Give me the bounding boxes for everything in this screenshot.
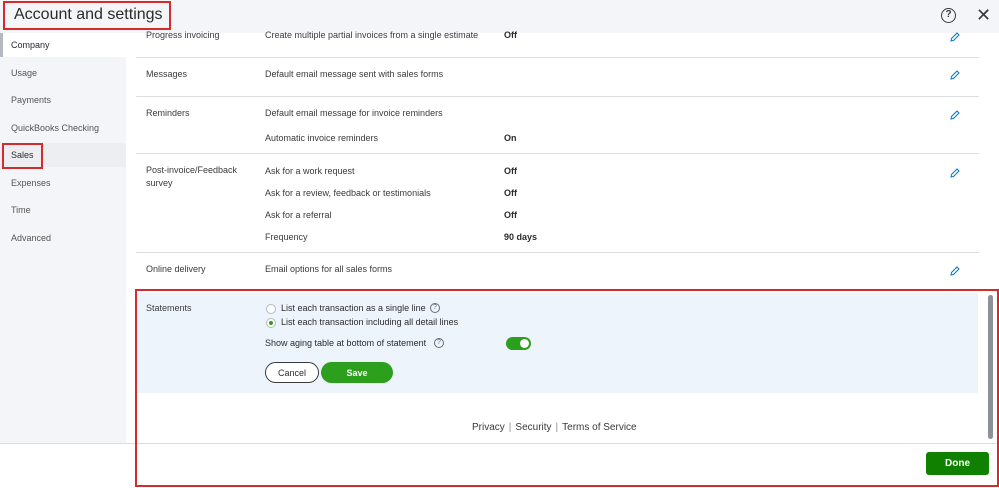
- pencil-icon[interactable]: [949, 31, 961, 43]
- close-icon[interactable]: ✕: [976, 5, 991, 25]
- online-delivery-desc: Email options for all sales forms: [265, 264, 393, 274]
- reminders-label: Reminders: [146, 108, 190, 118]
- help-circle-icon[interactable]: ?: [430, 303, 440, 313]
- online-delivery-row[interactable]: Online delivery Email options for all sa…: [136, 253, 979, 290]
- progress-invoicing-desc: Create multiple partial invoices from a …: [265, 30, 479, 40]
- sidebar-item-payments[interactable]: Payments: [0, 88, 126, 112]
- automatic-reminders-value: On: [504, 133, 517, 143]
- aging-table-label: Show aging table at bottom of statement: [265, 338, 427, 348]
- pencil-icon[interactable]: [949, 69, 961, 81]
- messages-desc: Default email message sent with sales fo…: [265, 69, 444, 79]
- reminders-desc: Default email message for invoice remind…: [265, 108, 443, 118]
- referral-desc: Ask for a referral: [265, 210, 332, 220]
- detail-lines-option[interactable]: List each transaction including all deta…: [281, 317, 458, 327]
- progress-invoicing-label: Progress invoicing: [146, 30, 220, 40]
- sales-highlight-box: [2, 143, 43, 169]
- frequency-value: 90 days: [504, 232, 538, 242]
- scrollbar-thumb[interactable]: [988, 295, 993, 439]
- sidebar-item-company[interactable]: Company: [0, 33, 126, 57]
- pencil-icon[interactable]: [949, 265, 961, 277]
- post-invoice-label: Post-invoice/Feedback survey: [146, 165, 238, 188]
- single-line-radio[interactable]: [266, 304, 276, 314]
- settings-sidebar: Company Usage Payments QuickBooks Checki…: [0, 33, 126, 443]
- messages-row[interactable]: Messages Default email message sent with…: [136, 58, 979, 97]
- work-request-value: Off: [504, 166, 517, 176]
- sidebar-item-time[interactable]: Time: [0, 198, 126, 222]
- separator: |: [555, 422, 559, 433]
- footer-links: Privacy | Security | Terms of Service: [472, 422, 637, 433]
- terms-link[interactable]: Terms of Service: [562, 422, 636, 433]
- privacy-link[interactable]: Privacy: [472, 422, 505, 433]
- work-request-desc: Ask for a work request: [265, 166, 355, 176]
- aging-table-toggle[interactable]: [506, 337, 531, 350]
- sidebar-item-advanced[interactable]: Advanced: [0, 226, 126, 250]
- progress-invoicing-value: Off: [504, 30, 517, 40]
- bottom-action-bar: [0, 443, 999, 488]
- post-invoice-row[interactable]: Post-invoice/Feedback survey Ask for a w…: [136, 154, 979, 253]
- online-delivery-label: Online delivery: [146, 264, 206, 274]
- sidebar-item-quickbooks-checking[interactable]: QuickBooks Checking: [0, 116, 126, 140]
- detail-lines-radio[interactable]: [266, 318, 276, 328]
- pencil-icon[interactable]: [949, 109, 961, 121]
- cancel-button[interactable]: Cancel: [265, 362, 319, 383]
- separator: |: [508, 422, 512, 433]
- help-circle-icon[interactable]: ?: [434, 338, 444, 348]
- frequency-desc: Frequency: [265, 232, 308, 242]
- sidebar-item-usage[interactable]: Usage: [0, 61, 126, 85]
- single-line-option[interactable]: List each transaction as a single line: [281, 303, 426, 313]
- progress-invoicing-row[interactable]: Progress invoicing Create multiple parti…: [136, 23, 979, 58]
- security-link[interactable]: Security: [515, 422, 551, 433]
- pencil-icon[interactable]: [949, 167, 961, 179]
- sidebar-item-expenses[interactable]: Expenses: [0, 171, 126, 195]
- help-circle-icon[interactable]: ?: [941, 8, 956, 23]
- automatic-reminders-desc: Automatic invoice reminders: [265, 133, 379, 143]
- review-desc: Ask for a review, feedback or testimonia…: [265, 188, 431, 198]
- messages-label: Messages: [146, 69, 188, 79]
- statements-section: Statements List each transaction as a si…: [136, 293, 978, 393]
- review-value: Off: [504, 188, 517, 198]
- referral-value: Off: [504, 210, 517, 220]
- save-button[interactable]: Save: [321, 362, 393, 383]
- done-button[interactable]: Done: [926, 452, 989, 475]
- reminders-row[interactable]: Reminders Default email message for invo…: [136, 97, 979, 154]
- statements-label: Statements: [146, 303, 192, 313]
